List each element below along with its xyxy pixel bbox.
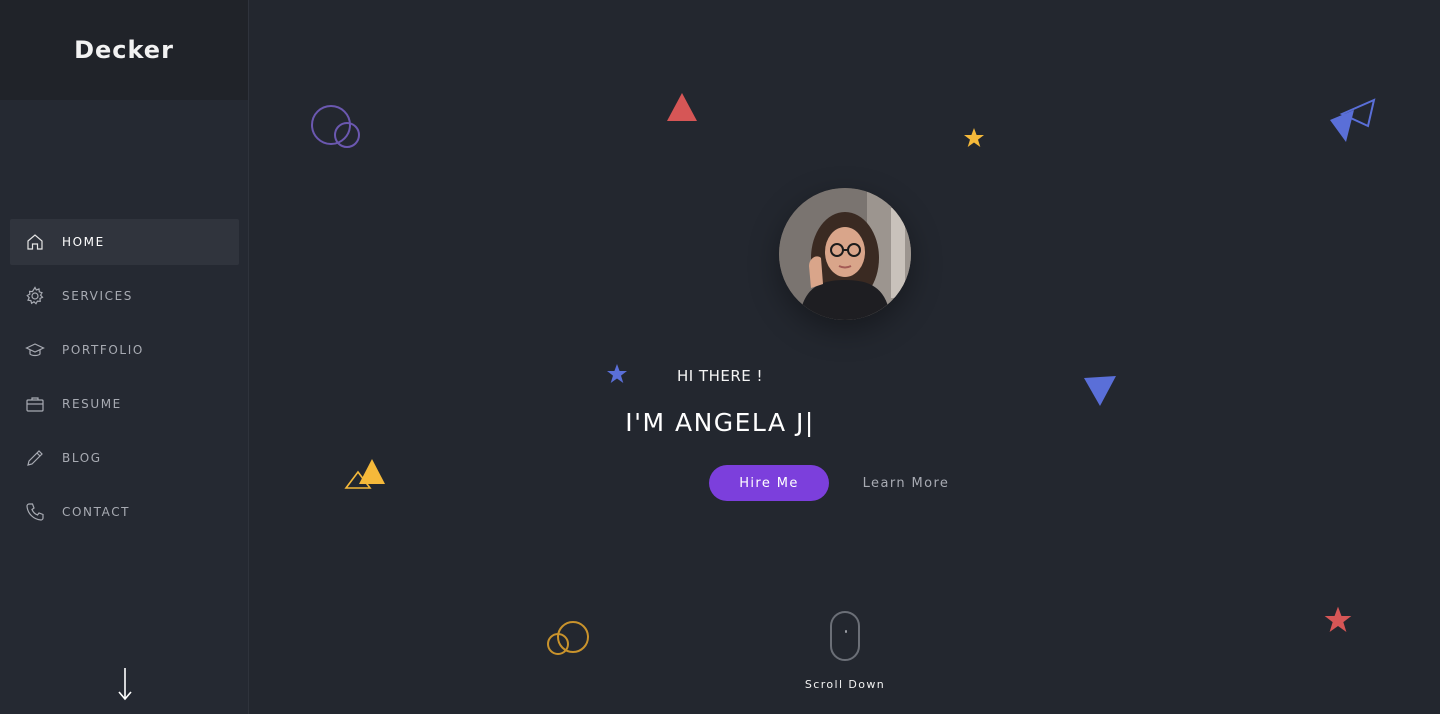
graduation-cap-icon bbox=[24, 339, 46, 361]
nav-item-label: PORTFOLIO bbox=[62, 343, 144, 357]
scroll-down-label[interactable]: Scroll Down bbox=[0, 678, 1440, 691]
hire-me-button[interactable]: Hire Me bbox=[709, 465, 829, 501]
sidebar: Decker HOME SERVICES PORTFOLIO RESUME BL… bbox=[0, 0, 249, 714]
avatar bbox=[779, 188, 911, 320]
learn-more-button[interactable]: Learn More bbox=[852, 465, 960, 501]
nav-item-label: HOME bbox=[62, 235, 105, 249]
nav-item-contact[interactable]: CONTACT bbox=[10, 489, 239, 535]
mouse-scroll-icon[interactable] bbox=[830, 611, 860, 661]
brand-logo[interactable]: Decker bbox=[74, 36, 174, 64]
nav-item-blog[interactable]: BLOG bbox=[10, 435, 239, 481]
pencil-icon bbox=[24, 447, 46, 469]
paper-plane-shape bbox=[1330, 98, 1376, 142]
star-shape bbox=[1324, 606, 1352, 632]
hero-name: I'M ANGELA J| bbox=[625, 408, 815, 437]
star-shape bbox=[964, 128, 984, 147]
phone-icon bbox=[24, 501, 46, 523]
nav-item-home[interactable]: HOME bbox=[10, 219, 239, 265]
nav-item-services[interactable]: SERVICES bbox=[10, 273, 239, 319]
double-triangle-shape bbox=[344, 459, 385, 489]
triangle-shape bbox=[667, 93, 697, 121]
nav-item-label: BLOG bbox=[62, 451, 102, 465]
nav-item-label: CONTACT bbox=[62, 505, 131, 519]
double-circle-shape bbox=[311, 105, 360, 148]
hero-greeting: HI THERE ! bbox=[676, 367, 764, 385]
home-icon bbox=[24, 231, 46, 253]
profile-photo bbox=[779, 188, 911, 320]
double-circle-shape bbox=[547, 621, 589, 655]
brand: Decker bbox=[0, 0, 248, 100]
gear-icon bbox=[24, 285, 46, 307]
mouse-wheel bbox=[845, 630, 847, 633]
nav-item-label: SERVICES bbox=[62, 289, 134, 303]
